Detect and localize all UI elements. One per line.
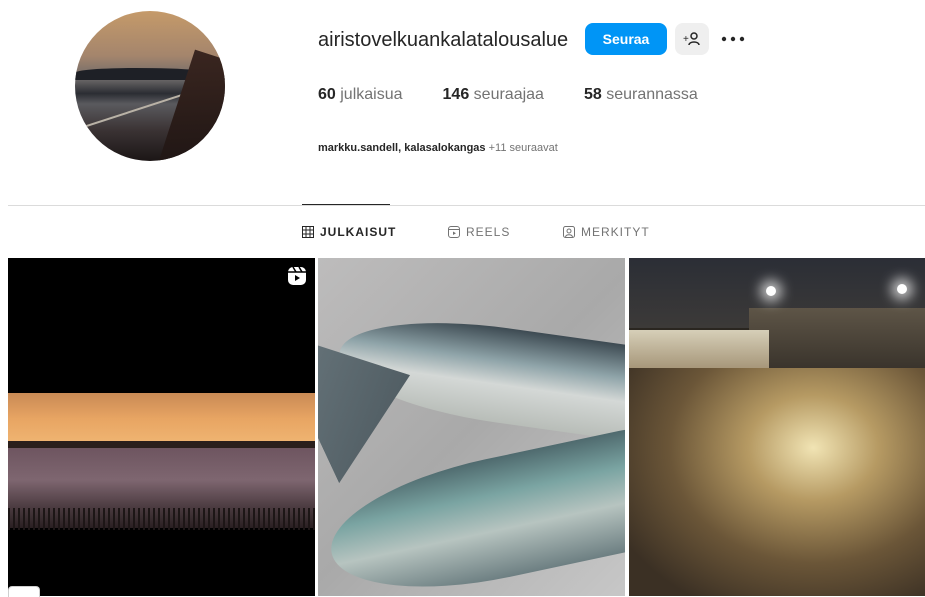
- post-waterfall: [629, 330, 769, 368]
- more-options-button[interactable]: [718, 25, 748, 53]
- svg-text:+: +: [683, 34, 689, 45]
- post-rapids: [629, 368, 925, 596]
- post-sky: [8, 393, 315, 445]
- posts-stat: 60 julkaisua: [318, 86, 403, 104]
- post-lamp-light: [766, 286, 776, 296]
- post-tile-sunset-reel[interactable]: [8, 258, 315, 596]
- add-person-icon: +: [683, 32, 700, 46]
- avatar-boat: [157, 49, 225, 161]
- followed-by[interactable]: markku.sandell, kalasalokangas +11 seura…: [318, 142, 558, 154]
- tab-tagged[interactable]: MERKITYT: [563, 225, 650, 239]
- corner-chip: [8, 586, 40, 597]
- post-dam: [749, 308, 925, 368]
- followers-count: 146: [442, 86, 470, 103]
- follow-button[interactable]: Seuraa: [585, 23, 667, 55]
- tab-reels[interactable]: REELS: [448, 225, 510, 239]
- followed-by-users: markku.sandell, kalasalokangas: [318, 142, 486, 154]
- post-tile-dam[interactable]: [629, 258, 925, 596]
- followers-stat[interactable]: 146 seuraajaa: [443, 86, 544, 104]
- post-reeds: [8, 508, 315, 530]
- followers-label: seuraajaa: [473, 86, 544, 103]
- tab-posts-label: JULKAISUT: [320, 225, 397, 239]
- posts-label: julkaisua: [340, 86, 403, 103]
- followed-by-more: +11 seuraavat: [488, 142, 558, 154]
- post-lamp-light: [897, 284, 907, 294]
- following-count: 58: [583, 86, 602, 103]
- reels-icon: [448, 226, 460, 238]
- posts-count: 60: [318, 86, 336, 103]
- following-stat[interactable]: 58 seurannassa: [584, 86, 698, 104]
- active-tab-indicator: [302, 204, 390, 205]
- post-tile-fish[interactable]: [318, 258, 625, 596]
- profile-username: airistovelkuankalatalousalue: [318, 29, 569, 51]
- post-fish-lower: [319, 423, 625, 596]
- profile-avatar[interactable]: [75, 11, 225, 161]
- suggest-users-button[interactable]: +: [675, 23, 709, 55]
- profile-stats: 60 julkaisua 146 seuraajaa 58 seurannass…: [318, 86, 738, 104]
- following-label: seurannassa: [606, 86, 698, 103]
- grid-icon: [302, 226, 314, 238]
- tab-reels-label: REELS: [466, 225, 511, 239]
- tab-posts[interactable]: JULKAISUT: [302, 225, 396, 239]
- tabs-divider: [8, 205, 925, 206]
- tab-tagged-label: MERKITYT: [581, 225, 650, 239]
- tagged-icon: [563, 226, 575, 238]
- more-dots-icon: [721, 36, 745, 42]
- reel-badge-icon: [288, 266, 306, 285]
